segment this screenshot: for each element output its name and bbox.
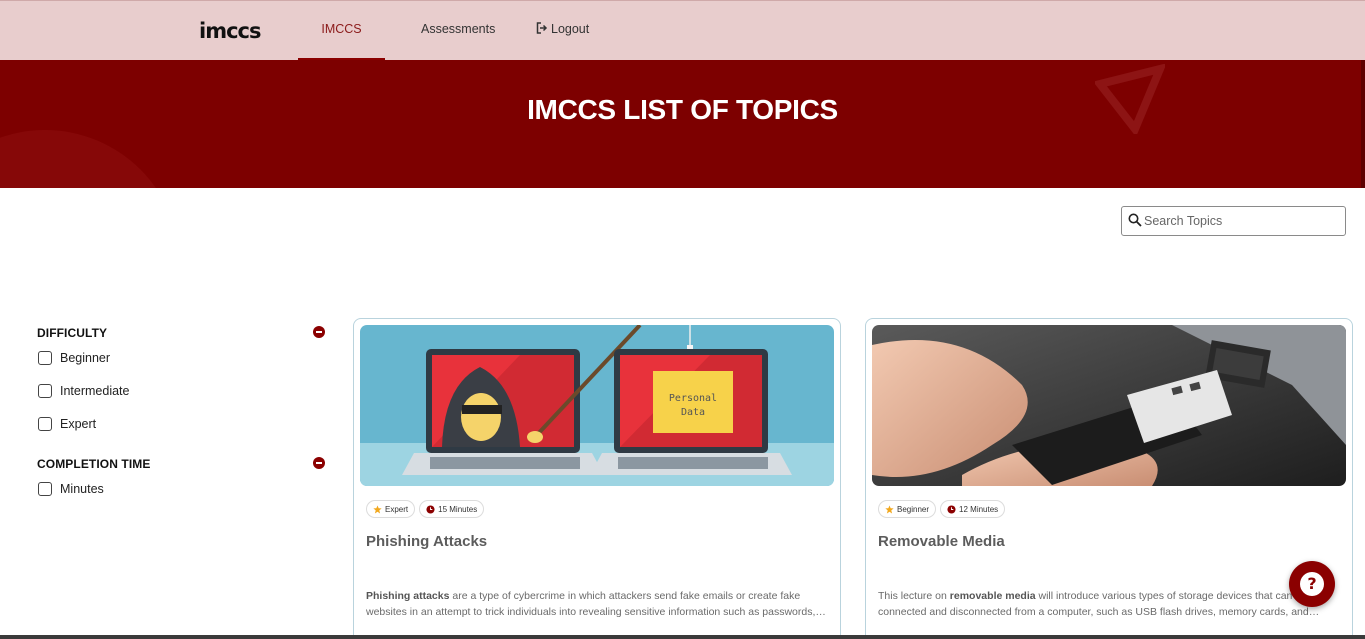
nav-imccs-topics[interactable]: IMCCS Topics <box>298 1 385 92</box>
filter-label: Beginner <box>60 351 111 365</box>
top-navbar: IMCCS IMCCS Topics Assessments Logout <box>0 0 1365 92</box>
desc-bold: removable media <box>949 590 1036 602</box>
card-description: This lecture on removable media will int… <box>878 588 1342 620</box>
filter-label: Minutes <box>60 482 104 496</box>
desc-bold: Phishing attacks <box>366 590 450 602</box>
filter-label: Intermediate <box>60 384 130 398</box>
help-button[interactable]: ? <box>1289 561 1335 607</box>
sign-out-icon <box>536 22 548 34</box>
filter-option-minutes[interactable]: Minutes <box>38 481 104 497</box>
difficulty-badge: Beginner <box>878 500 937 518</box>
time-badge: 12 Minutes <box>940 500 1006 518</box>
time-badge: 15 Minutes <box>419 500 485 518</box>
star-icon <box>885 504 894 513</box>
checkbox-intermediate[interactable] <box>38 384 52 398</box>
image-text-personal: Personal <box>669 393 717 404</box>
imccs-logo[interactable]: IMCCS <box>199 19 261 43</box>
image-text-data: Data <box>681 407 705 418</box>
card-badges: Expert 15 Minutes <box>366 500 485 518</box>
bottom-edge <box>0 635 1365 639</box>
checkbox-minutes[interactable] <box>38 482 52 496</box>
logout-label: Logout <box>551 22 590 36</box>
search-icon <box>1128 213 1142 227</box>
checkbox-beginner[interactable] <box>38 351 52 365</box>
card-badges: Beginner 12 Minutes <box>878 500 1006 518</box>
checkbox-expert[interactable] <box>38 417 52 431</box>
collapse-difficulty-button[interactable] <box>313 326 325 338</box>
topic-image-phishing: Personal Data <box>360 325 834 486</box>
logo-text: IMCCS <box>199 19 261 43</box>
nav-logout[interactable]: Logout <box>530 1 595 60</box>
card-title[interactable]: Phishing Attacks <box>366 533 487 550</box>
time-label: 15 Minutes <box>438 504 478 514</box>
hero-decor-circle <box>0 130 180 188</box>
card-description: Phishing attacks are a type of cybercrim… <box>366 588 830 620</box>
usb-illustration <box>872 325 1346 486</box>
topic-card-phishing[interactable]: Personal Data Expert 15 Minutes Phishing… <box>353 318 841 639</box>
filter-option-beginner[interactable]: Beginner <box>38 350 110 366</box>
filter-option-expert[interactable]: Expert <box>38 416 96 432</box>
filter-heading-completion-time: COMPLETION TIME <box>37 457 151 471</box>
difficulty-label: Expert <box>385 504 409 514</box>
desc-pre: This lecture on <box>878 590 950 602</box>
nav-assessments[interactable]: Assessments <box>415 1 501 60</box>
question-icon: ? <box>1300 572 1324 596</box>
time-label: 12 Minutes <box>959 504 999 514</box>
filter-heading-difficulty: DIFFICULTY <box>37 326 108 340</box>
clock-icon <box>947 504 956 514</box>
topic-card-removable-media[interactable]: Beginner 12 Minutes Removable Media This… <box>865 318 1353 639</box>
search-box[interactable] <box>1121 206 1346 236</box>
topic-image-removable-media <box>872 325 1346 486</box>
hero-banner: IMCCS LIST OF TOPICS <box>0 60 1365 188</box>
collapse-completion-button[interactable] <box>313 457 325 469</box>
phishing-illustration: Personal Data <box>360 325 834 486</box>
clock-icon <box>426 504 435 514</box>
filter-label: Expert <box>60 417 97 431</box>
search-input[interactable] <box>1144 211 1339 231</box>
card-title[interactable]: Removable Media <box>878 533 1005 550</box>
difficulty-label: Beginner <box>897 504 930 514</box>
difficulty-badge: Expert <box>366 500 416 518</box>
page-title: IMCCS LIST OF TOPICS <box>527 94 838 125</box>
filter-option-intermediate[interactable]: Intermediate <box>38 383 129 399</box>
star-icon <box>373 504 382 513</box>
